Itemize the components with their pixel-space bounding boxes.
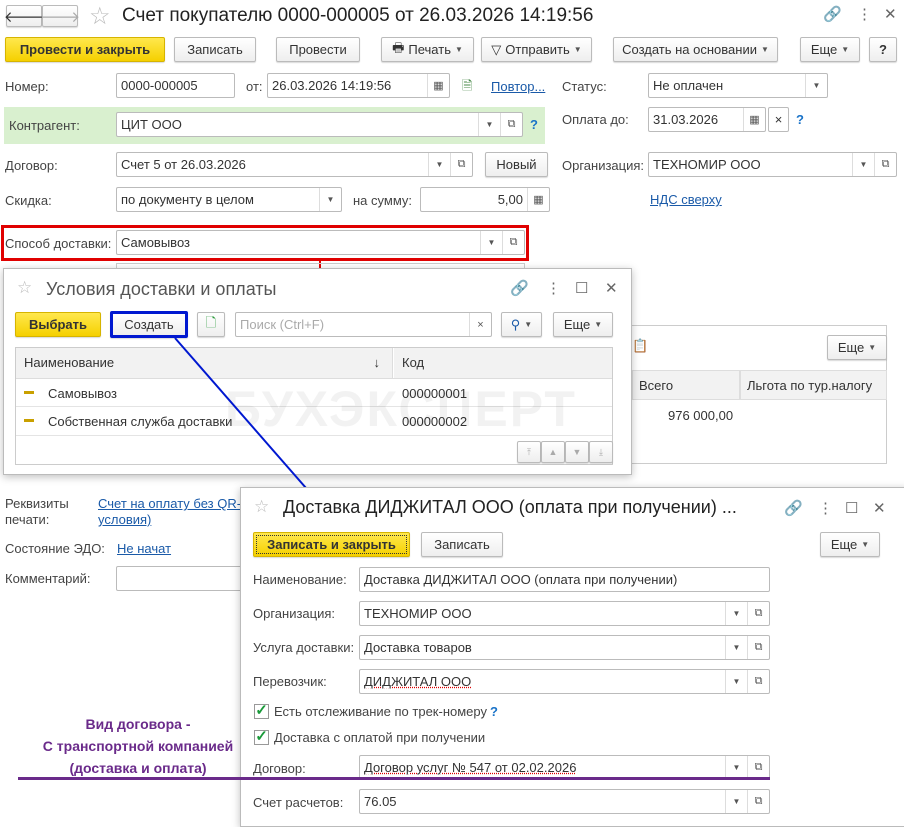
link-icon[interactable]: 🔗 bbox=[784, 499, 803, 517]
cod-label: Доставка с оплатой при получении bbox=[274, 730, 486, 745]
carrier-input[interactable]: ДИДЖИТАЛ ООО ▼ ⧉ bbox=[359, 669, 770, 694]
annotation-text: Вид договора - С транспортной компанией … bbox=[42, 716, 234, 776]
dropdown-icon[interactable]: ▼ bbox=[725, 756, 747, 779]
name-label: Наименование: bbox=[253, 572, 347, 587]
open-icon[interactable]: ⧉ bbox=[747, 756, 769, 779]
star-icon[interactable]: ☆ bbox=[254, 497, 269, 517]
d2-org-label: Организация: bbox=[253, 606, 336, 621]
open-icon[interactable]: ⧉ bbox=[747, 790, 769, 813]
dropdown-icon[interactable]: ▼ bbox=[725, 790, 747, 813]
carrier-label: Перевозчик: bbox=[253, 674, 327, 689]
help-icon[interactable]: ? bbox=[490, 704, 498, 719]
open-icon[interactable]: ⧉ bbox=[747, 636, 769, 659]
tracking-label: Есть отслеживание по трек-номеру bbox=[274, 704, 487, 719]
d2-contract-label: Договор: bbox=[253, 761, 306, 776]
maximize-icon[interactable]: ☐ bbox=[845, 499, 858, 517]
dialog2-more-button[interactable]: Еще ▼ bbox=[820, 532, 880, 557]
account-input[interactable]: 76.05 ▼ ⧉ bbox=[359, 789, 770, 814]
name-input[interactable]: Доставка ДИДЖИТАЛ ООО (оплата при получе… bbox=[359, 567, 770, 592]
service-label: Услуга доставки: bbox=[253, 640, 355, 655]
d2-org-input[interactable]: ТЕХНОМИР ООО ▼ ⧉ bbox=[359, 601, 770, 626]
dropdown-icon[interactable]: ▼ bbox=[725, 670, 747, 693]
close-icon[interactable]: ✕ bbox=[873, 499, 886, 517]
more-vert-icon[interactable]: ⋮ bbox=[818, 499, 833, 517]
caret-icon: ▼ bbox=[861, 540, 870, 549]
account-label: Счет расчетов: bbox=[253, 795, 344, 810]
dropdown-icon[interactable]: ▼ bbox=[725, 602, 747, 625]
save-and-close-button[interactable]: Записать и закрыть bbox=[253, 532, 410, 557]
open-icon[interactable]: ⧉ bbox=[747, 670, 769, 693]
dropdown-icon[interactable]: ▼ bbox=[725, 636, 747, 659]
dialog2-save-button[interactable]: Записать bbox=[421, 532, 503, 557]
dialog2-title: Доставка ДИДЖИТАЛ ООО (оплата при получе… bbox=[283, 497, 737, 517]
open-icon[interactable]: ⧉ bbox=[747, 602, 769, 625]
annotation-underline bbox=[18, 777, 770, 780]
service-input[interactable]: Доставка товаров ▼ ⧉ bbox=[359, 635, 770, 660]
